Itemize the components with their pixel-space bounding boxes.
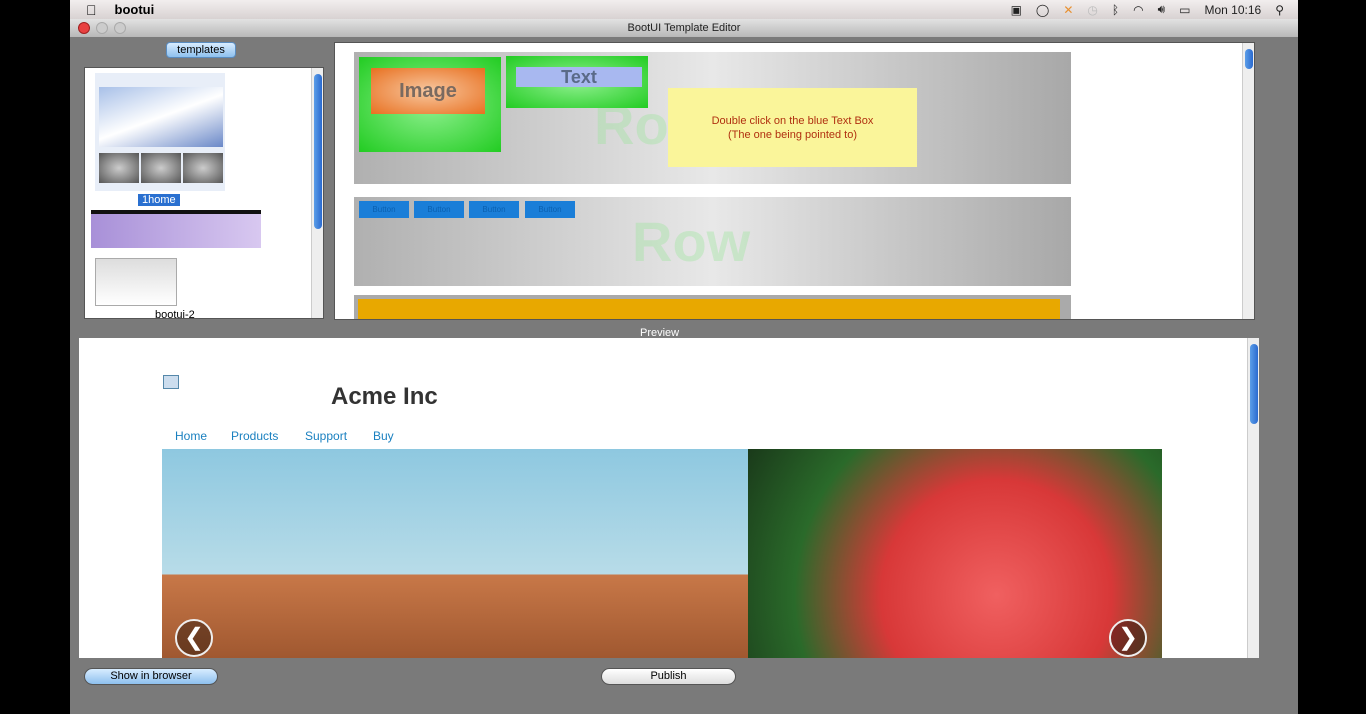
button-3[interactable]: Button [469,201,519,218]
brand-title: Acme Inc [331,383,438,410]
x-icon[interactable]: ✕ [1063,3,1073,17]
carousel-image-desert [162,449,748,658]
templates-button[interactable]: templates [166,42,236,58]
instruction-tooltip: Double click on the blue Text Box (The o… [668,88,917,167]
row-watermark: Row [632,210,751,273]
row-3[interactable] [354,295,1071,319]
close-button[interactable] [78,22,90,34]
nav-buy[interactable]: Buy [373,429,394,443]
text-box[interactable]: Text [516,67,642,87]
note-icon[interactable]: ◯ [1036,3,1049,17]
row-2[interactable]: Row Button Button Button Button [354,197,1071,286]
carousel-next-icon[interactable]: ❯ [1109,619,1147,657]
button-1[interactable]: Button [359,201,409,218]
spotlight-search-icon[interactable]: ⚲ [1275,3,1284,17]
nav-home[interactable]: Home [175,429,207,443]
button-2[interactable]: Button [414,201,464,218]
publish-button[interactable]: Publish [601,668,736,685]
row-1[interactable]: Row Image Text Double click on the blue … [354,52,1071,184]
template-label-1home[interactable]: 1home [138,194,180,206]
template-thumbnail-bootui-2-body[interactable] [95,258,177,306]
carousel-prev-icon[interactable]: ❮ [175,619,213,657]
minimize-button[interactable] [96,22,108,34]
button-4[interactable]: Button [525,201,575,218]
menu-bar:  bootui ▣ ◯ ✕ ◷ ᛒ ◠ 🔊︎ ▭ Mon 10:16 ⚲ [70,0,1298,19]
nav-products[interactable]: Products [231,429,278,443]
window-title: BootUI Template Editor [70,19,1298,37]
template-thumbnail-bootui-2[interactable] [91,210,261,248]
text-column[interactable]: Text [506,56,648,108]
volume-icon[interactable]: 🔊︎ [1158,2,1166,17]
carousel-image-watermelon [748,449,1162,658]
logo-icon [163,375,179,389]
image-box[interactable]: Image [371,68,485,114]
editor-scrollbar[interactable] [1242,43,1254,319]
screen:  bootui ▣ ◯ ✕ ◷ ᛒ ◠ 🔊︎ ▭ Mon 10:16 ⚲ Bo… [70,0,1298,714]
template-editor-canvas[interactable]: Row Image Text Double click on the blue … [334,42,1255,320]
tooltip-line-1: Double click on the blue Text Box [711,115,874,127]
clock-icon[interactable]: ◷ [1087,3,1097,17]
apple-icon[interactable]:  [86,2,97,18]
clock-text[interactable]: Mon 10:16 [1204,3,1261,17]
bluetooth-icon[interactable]: ᛒ [1112,3,1119,17]
templates-list: 1home bootui-2 [84,67,324,321]
tooltip-line-2: (The one being pointed to) [727,129,858,141]
templates-scrollbar[interactable] [311,68,323,318]
preview-pane: Acme Inc Home Products Support Buy ❮ ❯ [79,338,1259,658]
image-column[interactable]: Image [359,57,501,152]
app-menu[interactable]: bootui [115,2,155,17]
nav-support[interactable]: Support [305,429,347,443]
battery-icon[interactable]: ▭ [1179,3,1190,17]
wifi-icon[interactable]: ◠ [1133,3,1143,17]
preview-scrollbar[interactable] [1247,338,1259,658]
zoom-button[interactable] [114,22,126,34]
show-in-browser-button[interactable]: Show in browser [84,668,218,685]
template-thumbnail-1home[interactable] [95,73,225,191]
camera-icon[interactable]: ▣ [1011,3,1022,17]
template-label-bootui-2[interactable]: bootui-2 [155,309,195,321]
